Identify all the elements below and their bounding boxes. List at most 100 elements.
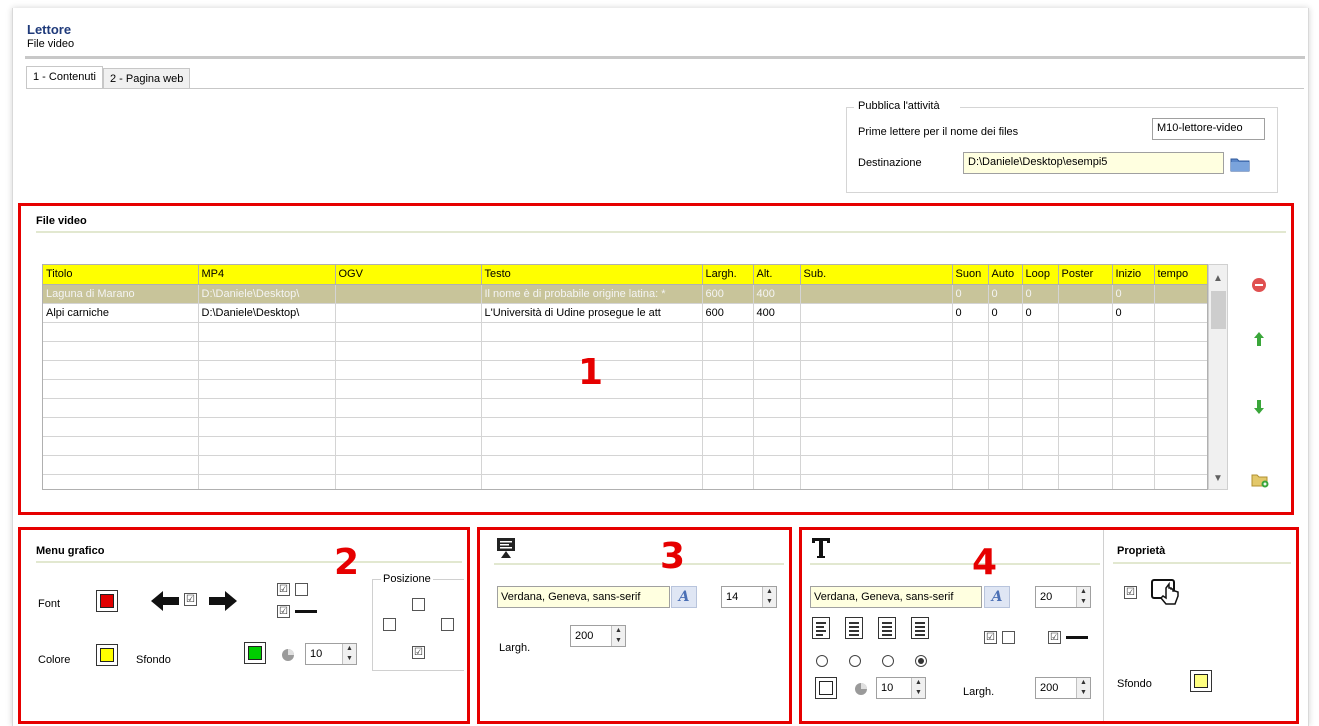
- panel3-width-spinner[interactable]: 200 ▲ ▼: [570, 625, 626, 647]
- table-cell[interactable]: 0: [1022, 303, 1059, 323]
- table-cell[interactable]: [43, 341, 199, 361]
- table-cell[interactable]: [800, 284, 953, 304]
- table-cell[interactable]: [198, 360, 336, 380]
- table-cell[interactable]: [1154, 360, 1207, 380]
- panel4-border-style-icon[interactable]: [1002, 631, 1015, 644]
- table-row[interactable]: Alpi carniche D:\Daniele\Desktop\ L'Univer…: [43, 303, 1207, 323]
- table-cell[interactable]: [1112, 417, 1155, 437]
- folder-open-icon[interactable]: [1230, 156, 1250, 172]
- table-cell[interactable]: 0: [952, 303, 989, 323]
- table-cell[interactable]: [481, 398, 703, 418]
- table-cell[interactable]: [1154, 455, 1207, 475]
- table-cell[interactable]: [800, 455, 953, 475]
- table-cell[interactable]: [1154, 379, 1207, 399]
- column-header[interactable]: Loop: [1022, 265, 1059, 285]
- table-cell[interactable]: [753, 360, 801, 380]
- border-style-empty-icon[interactable]: [295, 583, 308, 596]
- table-cell[interactable]: 600: [702, 303, 754, 323]
- table-cell[interactable]: [335, 284, 482, 304]
- table-cell[interactable]: [481, 455, 703, 475]
- table-row[interactable]: [43, 360, 1207, 380]
- table-cell[interactable]: L'Università di Udine prosegue le att: [481, 303, 703, 323]
- table-cell[interactable]: [43, 322, 199, 342]
- table-cell[interactable]: Il nome è di probabile origine latina: *: [481, 284, 703, 304]
- table-cell[interactable]: 0: [988, 303, 1023, 323]
- table-cell[interactable]: [753, 455, 801, 475]
- table-cell[interactable]: [702, 417, 754, 437]
- table-cell[interactable]: 0: [1112, 284, 1155, 304]
- align-right-icon[interactable]: [878, 617, 896, 639]
- table-cell[interactable]: [198, 379, 336, 399]
- table-cell[interactable]: [952, 474, 989, 489]
- table-cell[interactable]: [1154, 436, 1207, 456]
- prefix-input[interactable]: M10-lettore-video: [1152, 118, 1265, 140]
- table-cell[interactable]: [988, 436, 1023, 456]
- table-cell[interactable]: [481, 474, 703, 489]
- column-header[interactable]: Sub.: [800, 265, 953, 285]
- move-up-icon[interactable]: [1250, 330, 1268, 348]
- table-row[interactable]: [43, 436, 1207, 456]
- table-cell[interactable]: [43, 360, 199, 380]
- table-cell[interactable]: [952, 455, 989, 475]
- table-cell[interactable]: [800, 474, 953, 489]
- spinner-arrows-icon[interactable]: ▲ ▼: [911, 678, 925, 698]
- border-checkbox-checked[interactable]: ☑: [277, 583, 290, 596]
- spinner-arrows-icon[interactable]: ▲ ▼: [762, 587, 776, 607]
- panel3-font-style-icon[interactable]: A: [671, 586, 697, 608]
- spinner-arrows-icon[interactable]: ▲ ▼: [611, 626, 625, 646]
- table-cell[interactable]: [335, 436, 482, 456]
- table-cell[interactable]: [952, 379, 989, 399]
- table-cell[interactable]: [1112, 436, 1155, 456]
- table-cell[interactable]: [43, 398, 199, 418]
- table-cell[interactable]: [1022, 322, 1059, 342]
- table-cell[interactable]: [988, 474, 1023, 489]
- table-cell[interactable]: [198, 436, 336, 456]
- table-cell[interactable]: 400: [753, 284, 801, 304]
- table-row[interactable]: [43, 341, 1207, 361]
- panel3-font-select[interactable]: Verdana, Geneva, sans-serif: [497, 586, 670, 608]
- table-cell[interactable]: [335, 455, 482, 475]
- table-cell[interactable]: [800, 417, 953, 437]
- scroll-down-icon[interactable]: ▼: [1213, 473, 1223, 484]
- spinner-arrows-icon[interactable]: ▲ ▼: [342, 644, 356, 664]
- table-cell[interactable]: [335, 379, 482, 399]
- table-cell[interactable]: 0: [952, 284, 989, 304]
- table-cell[interactable]: [481, 322, 703, 342]
- table-cell[interactable]: [335, 417, 482, 437]
- table-cell[interactable]: 400: [753, 303, 801, 323]
- column-header[interactable]: Testo: [481, 265, 703, 285]
- arrows-checkbox[interactable]: ☑: [184, 593, 197, 606]
- table-cell[interactable]: [753, 379, 801, 399]
- panel3-size-spinner[interactable]: 14 ▲ ▼: [721, 586, 777, 608]
- table-cell[interactable]: [1058, 474, 1113, 489]
- table-cell[interactable]: [753, 398, 801, 418]
- table-cell[interactable]: [198, 341, 336, 361]
- table-cell[interactable]: [753, 417, 801, 437]
- panel4-border-checkbox[interactable]: ☑: [984, 631, 997, 644]
- table-cell[interactable]: [988, 417, 1023, 437]
- table-cell[interactable]: [1154, 341, 1207, 361]
- remove-row-icon[interactable]: [1250, 276, 1268, 294]
- position-top-checkbox[interactable]: [412, 598, 425, 611]
- proprieta-sfondo-swatch[interactable]: [1190, 670, 1212, 692]
- table-cell[interactable]: [702, 341, 754, 361]
- position-right-checkbox[interactable]: [441, 618, 454, 631]
- scroll-thumb[interactable]: [1211, 291, 1226, 329]
- table-cell[interactable]: [43, 474, 199, 489]
- column-header[interactable]: Alt.: [753, 265, 801, 285]
- panel4-size-spinner[interactable]: 20 ▲ ▼: [1035, 586, 1091, 608]
- table-cell[interactable]: [1112, 341, 1155, 361]
- align-justify-icon[interactable]: [911, 617, 929, 639]
- colore-swatch[interactable]: [96, 644, 118, 666]
- table-cell[interactable]: [1154, 474, 1207, 489]
- table-cell[interactable]: [1154, 417, 1207, 437]
- line-style-icon[interactable]: [295, 610, 317, 613]
- column-header[interactable]: tempo: [1154, 265, 1207, 285]
- move-down-icon[interactable]: [1250, 398, 1268, 416]
- table-cell[interactable]: [1022, 474, 1059, 489]
- align-justify-radio[interactable]: [915, 655, 927, 667]
- video-grid[interactable]: Titolo MP4 OGV Testo Largh. Alt. Sub. Suon Auto L…: [42, 264, 1208, 490]
- align-center-icon[interactable]: [845, 617, 863, 639]
- table-cell[interactable]: [1058, 455, 1113, 475]
- table-cell[interactable]: [1022, 436, 1059, 456]
